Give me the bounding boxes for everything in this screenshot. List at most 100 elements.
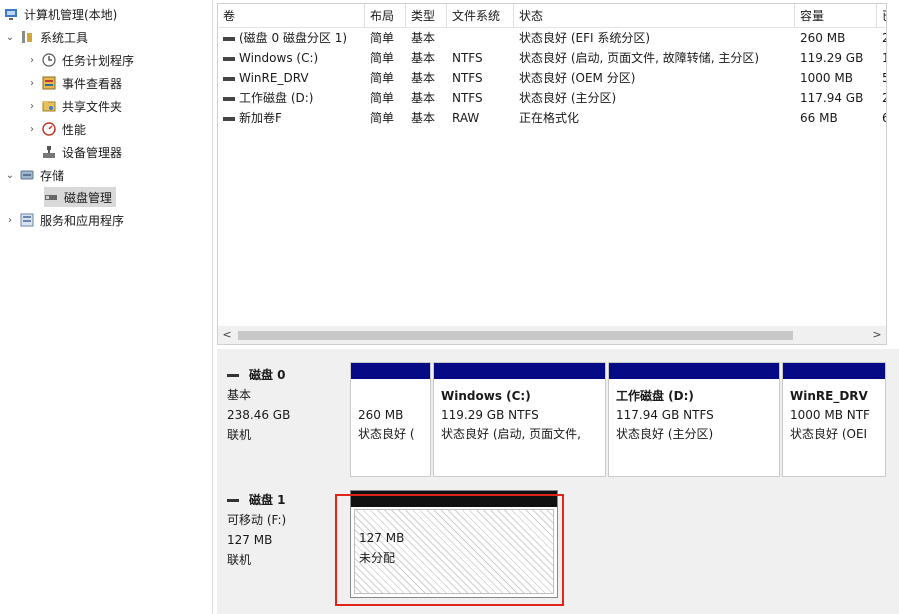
disk0-status: 联机: [227, 428, 252, 442]
column-header-free[interactable]: 已: [877, 4, 886, 28]
tree-services-apps-label: 服务和应用程序: [40, 213, 125, 228]
disk0-label[interactable]: 磁盘 0 基本 238.46 GB 联机: [217, 357, 343, 477]
volume-name: Windows (C:): [239, 51, 319, 65]
volume-name: (磁盘 0 磁盘分区 1): [239, 31, 348, 45]
tree-item-task-scheduler[interactable]: › 任务计划程序: [26, 50, 134, 70]
partition-work-d[interactable]: 工作磁盘 (D:) 117.94 GB NTFS 状态良好 (主分区): [608, 362, 780, 477]
disk1-label[interactable]: 磁盘 1 可移动 (F:) 127 MB 联机: [217, 482, 343, 607]
volume-filesystem: NTFS: [452, 71, 483, 85]
partition-bar: [609, 363, 779, 379]
partition-name: [358, 387, 430, 406]
partition-bar: [783, 363, 885, 379]
partition-windows-c[interactable]: Windows (C:) 119.29 GB NTFS 状态良好 (启动, 页面…: [433, 362, 606, 477]
volume-status: 状态良好 (EFI 系统分区): [519, 31, 651, 45]
event-viewer-icon: [42, 76, 56, 90]
tree-item-storage[interactable]: ⌄ 存储: [4, 165, 64, 185]
volume-free: 2: [877, 88, 886, 108]
clock-icon: [42, 53, 56, 67]
scrollbar-thumb[interactable]: [238, 331, 793, 340]
volume-status: 正在格式化: [519, 111, 580, 125]
chevron-right-icon[interactable]: ›: [26, 55, 38, 66]
disk1-type: 可移动 (F:): [227, 513, 287, 527]
volume-free: 1: [877, 48, 886, 68]
computer-management-icon: [4, 7, 18, 21]
disk0-name: 磁盘 0: [249, 368, 286, 382]
tree-item-shared-folders[interactable]: › 共享文件夹: [26, 96, 122, 116]
volume-name: WinRE_DRV: [239, 71, 309, 85]
chevron-right-icon[interactable]: ›: [26, 101, 38, 112]
volume-type: 基本: [411, 71, 436, 85]
volume-type: 基本: [411, 31, 436, 45]
disk1-status: 联机: [227, 553, 252, 567]
partition-size: 117.94 GB NTFS: [616, 408, 714, 422]
chevron-right-icon[interactable]: ›: [26, 124, 38, 135]
volume-icon: [223, 56, 235, 61]
performance-icon: [42, 122, 56, 136]
volume-row[interactable]: 工作磁盘 (D:) 简单 基本 NTFS 状态良好 (主分区) 117.94 G…: [218, 88, 886, 108]
volume-icon: [223, 36, 235, 41]
tree-storage-label: 存储: [40, 168, 65, 183]
tree-item-root[interactable]: 计算机管理(本地): [4, 4, 117, 24]
volume-name-cell: WinRE_DRV: [218, 68, 365, 88]
tree-event-viewer-label: 事件查看器: [62, 76, 123, 91]
disk-icon: [227, 373, 239, 377]
horizontal-scrollbar[interactable]: < >: [218, 326, 886, 344]
volume-free: 6: [877, 108, 886, 128]
volume-capacity: 260 MB: [800, 31, 846, 45]
column-header-capacity[interactable]: 容量: [795, 4, 877, 28]
volume-type: 基本: [411, 51, 436, 65]
partition-status: 状态良好 (: [358, 427, 415, 441]
column-header-volume[interactable]: 卷: [218, 4, 365, 28]
volume-capacity: 1000 MB: [800, 71, 853, 85]
services-icon: [20, 213, 34, 227]
column-header-type[interactable]: 类型: [406, 4, 447, 28]
tree-system-tools-label: 系统工具: [40, 30, 89, 45]
column-header-layout[interactable]: 布局: [365, 4, 406, 28]
volume-filesystem: [447, 28, 514, 48]
column-header-filesystem[interactable]: 文件系统: [447, 4, 514, 28]
partition-winre[interactable]: WinRE_DRV 1000 MB NTF 状态良好 (OEI: [782, 362, 886, 477]
tree-task-scheduler-label: 任务计划程序: [62, 53, 135, 68]
volume-capacity: 119.29 GB: [800, 51, 864, 65]
scroll-left-icon[interactable]: <: [218, 326, 236, 344]
volume-layout: 简单: [370, 91, 395, 105]
tree-shared-folders-label: 共享文件夹: [62, 99, 123, 114]
volume-row[interactable]: (磁盘 0 磁盘分区 1) 简单 基本 状态良好 (EFI 系统分区) 260 …: [218, 28, 886, 48]
tree-item-performance[interactable]: › 性能: [26, 119, 86, 139]
tree-performance-label: 性能: [62, 122, 87, 137]
shared-folder-icon: [42, 99, 56, 113]
disk1-name: 磁盘 1: [249, 493, 286, 507]
tree-device-manager-label: 设备管理器: [62, 145, 123, 160]
partition-name: Windows (C:): [441, 389, 531, 403]
chevron-down-icon[interactable]: ⌄: [4, 32, 16, 43]
volume-filesystem: RAW: [452, 111, 480, 125]
volume-name-cell: 新加卷F: [218, 108, 365, 128]
tree-item-system-tools[interactable]: ⌄ 系统工具: [4, 27, 88, 47]
tree-item-services-apps[interactable]: › 服务和应用程序: [4, 210, 124, 230]
partition-text: WinRE_DRV 1000 MB NTF 状态良好 (OEI: [783, 379, 885, 444]
tree-item-disk-management[interactable]: 磁盘管理: [44, 187, 117, 207]
partition-status: 状态良好 (主分区): [616, 427, 714, 441]
volume-layout: 简单: [370, 71, 395, 85]
partition-text: 260 MB 状态良好 (: [351, 379, 430, 444]
partition-efi[interactable]: 260 MB 状态良好 (: [350, 362, 431, 477]
volume-row[interactable]: Windows (C:) 简单 基本 NTFS 状态良好 (启动, 页面文件, …: [218, 48, 886, 68]
tree-root-label: 计算机管理(本地): [24, 7, 118, 22]
volume-icon: [223, 96, 235, 101]
volume-row[interactable]: 新加卷F 简单 基本 RAW 正在格式化 66 MB 6: [218, 108, 886, 128]
chevron-right-icon[interactable]: ›: [26, 78, 38, 89]
disk0-type: 基本: [227, 388, 252, 402]
volume-row[interactable]: WinRE_DRV 简单 基本 NTFS 状态良好 (OEM 分区) 1000 …: [218, 68, 886, 88]
chevron-down-icon[interactable]: ⌄: [4, 170, 16, 181]
volume-layout: 简单: [370, 51, 395, 65]
tree-item-event-viewer[interactable]: › 事件查看器: [26, 73, 122, 93]
chevron-right-icon[interactable]: ›: [4, 215, 16, 226]
scroll-right-icon[interactable]: >: [868, 326, 886, 344]
tree-item-device-manager[interactable]: 设备管理器: [42, 142, 122, 162]
volume-name-cell: (磁盘 0 磁盘分区 1): [218, 28, 365, 48]
column-header-status[interactable]: 状态: [514, 4, 795, 28]
partition-text: Windows (C:) 119.29 GB NTFS 状态良好 (启动, 页面…: [434, 379, 605, 444]
volume-name: 工作磁盘 (D:): [239, 91, 314, 105]
volume-filesystem: NTFS: [452, 91, 483, 105]
volume-layout: 简单: [370, 111, 395, 125]
